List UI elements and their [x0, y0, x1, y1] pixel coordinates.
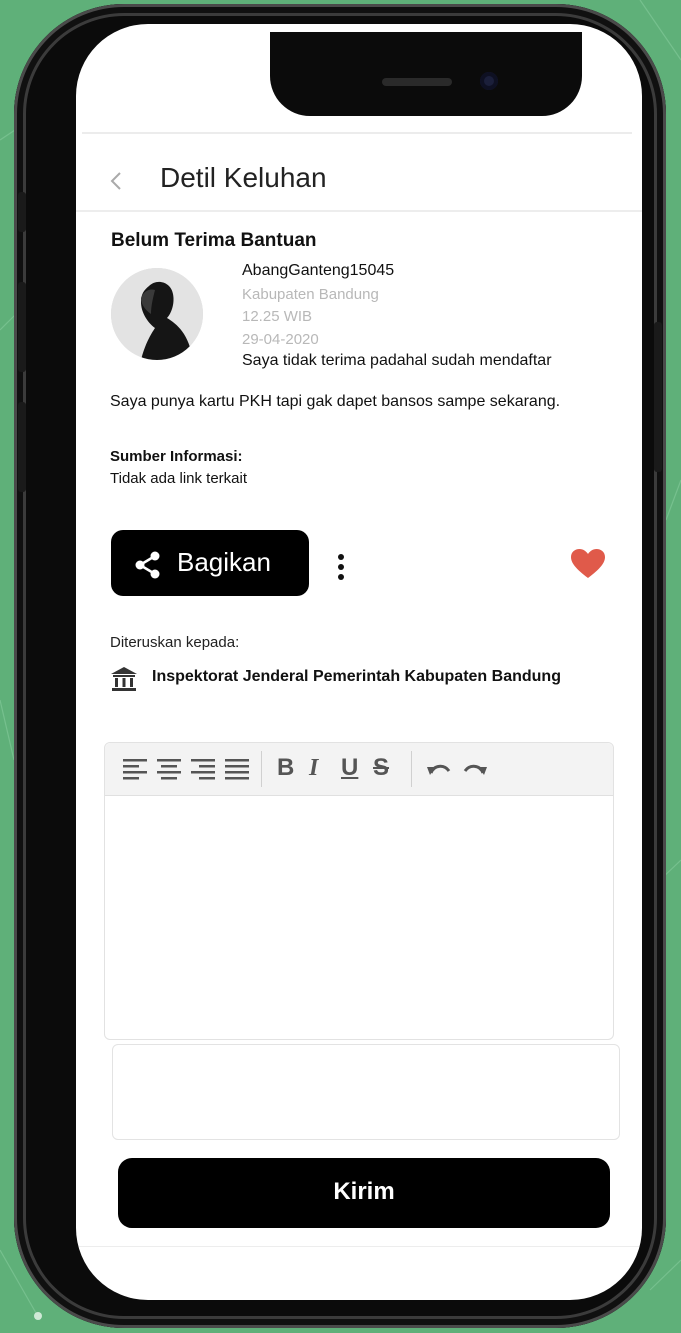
- phone-frame: Detil Keluhan Belum Terima Bantuan Abang…: [14, 4, 666, 1328]
- strikethrough-icon[interactable]: S: [373, 753, 389, 783]
- complaint-summary: Saya tidak terima padahal sudah mendafta…: [242, 352, 552, 369]
- phone-notch: [270, 32, 582, 116]
- align-center-icon[interactable]: [155, 755, 183, 783]
- bold-icon[interactable]: B: [277, 753, 294, 783]
- speaker-grille: [382, 78, 452, 86]
- comment-input[interactable]: [112, 1044, 620, 1140]
- date-text: 29-04-2020: [242, 331, 319, 348]
- toolbar-separator: [411, 751, 412, 787]
- institution-name: Inspektorat Jenderal Pemerintah Kabupate…: [152, 668, 561, 685]
- time-text: 12.25 WIB: [242, 308, 313, 325]
- redo-icon[interactable]: [461, 755, 489, 783]
- heart-icon[interactable]: [570, 548, 606, 580]
- complaint-description: Saya punya kartu PKH tapi gak dapet bans…: [110, 393, 561, 410]
- avatar: [111, 268, 203, 360]
- editor-input-area[interactable]: [105, 796, 613, 1038]
- source-value: Tidak ada link terkait: [110, 470, 248, 487]
- share-icon: [135, 551, 160, 579]
- phone-volume-up-button: [18, 282, 26, 372]
- front-camera: [480, 72, 498, 90]
- header-divider: [76, 210, 642, 212]
- share-button[interactable]: Bagikan: [111, 530, 309, 596]
- header-bar: Detil Keluhan: [76, 154, 642, 210]
- complaint-title: Belum Terima Bantuan: [111, 230, 317, 251]
- phone-side-button: [18, 192, 26, 232]
- institution-icon: [111, 667, 137, 691]
- undo-icon[interactable]: [425, 755, 453, 783]
- toolbar-separator: [261, 751, 262, 787]
- more-vertical-icon[interactable]: [336, 552, 346, 582]
- phone-volume-down-button: [18, 402, 26, 492]
- location-text: Kabupaten Bandung: [242, 286, 379, 303]
- align-right-icon[interactable]: [189, 755, 217, 783]
- top-divider: [82, 132, 632, 134]
- underline-icon[interactable]: U: [341, 753, 358, 783]
- chevron-left-icon[interactable]: [106, 168, 128, 194]
- align-left-icon[interactable]: [121, 755, 149, 783]
- share-button-label: Bagikan: [177, 547, 271, 577]
- editor-toolbar: B I U S: [105, 743, 613, 796]
- page-title: Detil Keluhan: [160, 162, 327, 193]
- bottom-divider: [76, 1246, 642, 1247]
- forwarded-label: Diteruskan kepada:: [110, 634, 240, 651]
- source-label: Sumber Informasi:: [110, 448, 243, 465]
- align-justify-icon[interactable]: [223, 755, 251, 783]
- submit-button-label: Kirim: [333, 1178, 395, 1205]
- app-screen: Detil Keluhan Belum Terima Bantuan Abang…: [76, 24, 642, 1300]
- rich-text-editor: B I U S: [104, 742, 614, 1040]
- phone-power-button: [654, 322, 662, 472]
- italic-icon[interactable]: I: [309, 753, 318, 783]
- username: AbangGanteng15045: [242, 262, 395, 279]
- submit-button[interactable]: Kirim: [118, 1158, 610, 1228]
